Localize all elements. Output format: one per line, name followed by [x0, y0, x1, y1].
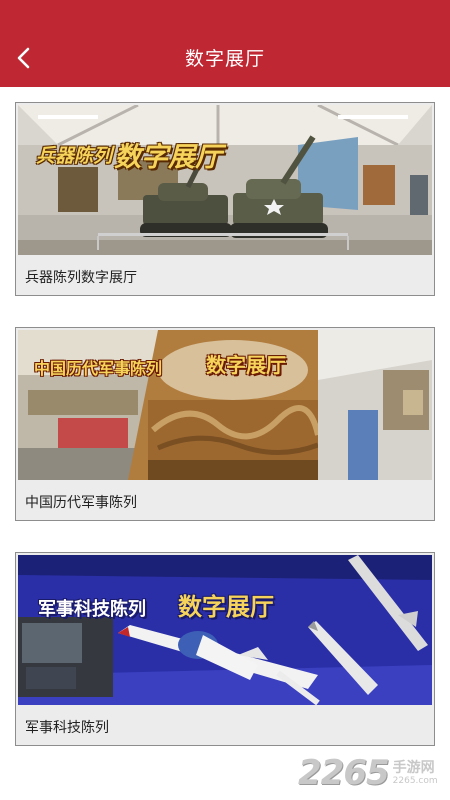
hall-card-weapons[interactable]: 兵器陈列 数字展厅 兵器陈列数字展厅: [15, 102, 435, 296]
overlay-prefix: 军事科技陈列: [38, 599, 146, 620]
hall-image-technology: 军事科技陈列 数字展厅: [18, 555, 432, 705]
watermark-chinese: 手游网: [392, 759, 435, 776]
page-title: 数字展厅: [184, 48, 265, 70]
overlay-prefix: 中国历代军事陈列: [34, 359, 163, 378]
hall-card-technology[interactable]: 军事科技陈列 数字展厅 军事科技陈列: [15, 552, 435, 746]
watermark-number: 2265: [298, 753, 390, 793]
hall-caption: 兵器陈列数字展厅: [25, 270, 137, 286]
overlay-prefix: 兵器陈列: [36, 145, 113, 167]
watermark-side: 手游网 2265.com: [393, 761, 438, 786]
hall-image-history: 中国历代军事陈列 数字展厅: [18, 330, 432, 480]
watermark-domain: 2265.com: [392, 775, 438, 786]
top-bar: 数字展厅: [0, 0, 450, 87]
overlay-suffix: 数字展厅: [206, 353, 286, 377]
hall-caption: 军事科技陈列: [25, 720, 109, 736]
overlay-suffix: 数字展厅: [178, 593, 274, 621]
hall-card-history[interactable]: 中国历代军事陈列 数字展厅 中国历代军事陈列: [15, 327, 435, 521]
overlay-suffix: 数字展厅: [114, 142, 222, 173]
hall-caption: 中国历代军事陈列: [25, 495, 137, 511]
watermark-logo: 2265 手游网 2265.com: [298, 752, 446, 794]
hall-image-weapons: 兵器陈列 数字展厅: [18, 105, 432, 255]
app-root: 数字展厅 兵器陈列 数字展厅 兵器陈列数字展厅 中国历代军事陈列 数字展厅 中国…: [0, 0, 450, 800]
